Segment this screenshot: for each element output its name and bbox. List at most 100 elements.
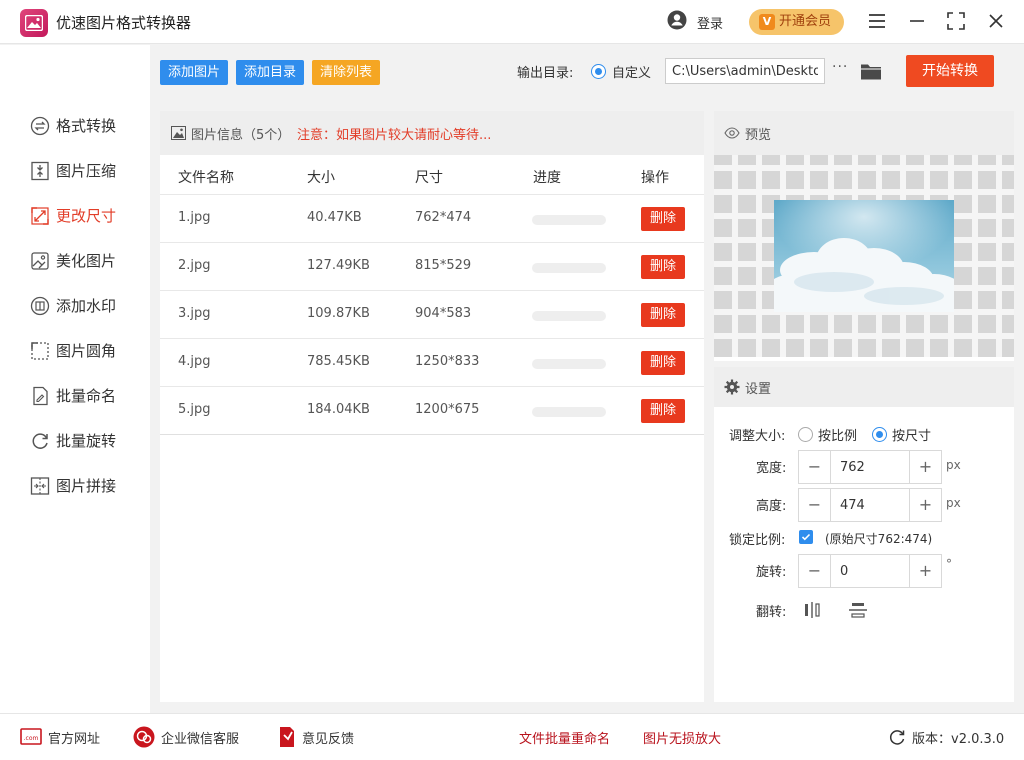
rotate-stepper[interactable]: − + (798, 554, 942, 588)
table-row[interactable]: 3.jpg 109.87KB 904*583 删除 (160, 290, 704, 338)
file-dims: 904*583 (415, 306, 472, 321)
file-name: 1.jpg (178, 210, 211, 225)
lossless-enlarge-link[interactable]: 图片无损放大 (643, 728, 721, 747)
column-header-name: 文件名称 (178, 170, 234, 186)
rotate-input[interactable] (832, 555, 908, 587)
sidebar: 格式转换 图片压缩 更改尺寸 美化图片 添加水印 图片圆角 批量命名 批量旋转 … (0, 45, 150, 713)
close-icon[interactable] (985, 10, 1007, 32)
delete-button[interactable]: 删除 (641, 399, 685, 423)
width-unit: px (946, 458, 961, 472)
version-label: 版本： (912, 732, 952, 747)
table-row[interactable]: 4.jpg 785.45KB 1250*833 删除 (160, 338, 704, 386)
lock-ratio-checkbox[interactable] (799, 530, 813, 544)
by-size-radio[interactable] (872, 427, 887, 442)
table-row[interactable]: 2.jpg 127.49KB 815*529 删除 (160, 242, 704, 290)
start-convert-button[interactable]: 开始转换 (906, 55, 994, 87)
table-row[interactable]: 5.jpg 184.04KB 1200*675 删除 (160, 386, 704, 434)
browse-more-button[interactable]: ··· (832, 59, 848, 75)
official-website-link[interactable]: 官方网址 (48, 728, 100, 747)
delete-button[interactable]: 删除 (641, 351, 685, 375)
website-icon-text: .com (24, 735, 39, 742)
feedback-link[interactable]: 意见反馈 (302, 728, 354, 747)
file-dims: 762*474 (415, 210, 472, 225)
rounded-corner-icon (31, 342, 49, 360)
lock-ratio-label: 锁定比例: (729, 533, 786, 548)
wechat-service-link[interactable]: 企业微信客服 (161, 728, 239, 747)
compress-icon (31, 161, 49, 181)
beautify-icon (31, 252, 49, 270)
preview-image (774, 200, 954, 312)
vip-label: 开通会员 (779, 14, 832, 29)
sidebar-item-rotate[interactable]: 批量旋转 (30, 429, 142, 453)
sidebar-item-resize[interactable]: 更改尺寸 (30, 204, 142, 228)
maximize-icon[interactable] (945, 10, 967, 32)
file-name: 2.jpg (178, 258, 211, 273)
height-decrement-button[interactable]: − (799, 489, 831, 521)
sidebar-item-label: 格式转换 (56, 117, 117, 135)
output-path-input[interactable] (665, 58, 825, 84)
height-increment-button[interactable]: + (909, 489, 941, 521)
height-stepper[interactable]: − + (798, 488, 942, 522)
image-info-icon (171, 126, 186, 140)
version-number: v2.0.3.0 (951, 732, 1005, 747)
column-header-action: 操作 (641, 170, 669, 186)
settings-panel: 设置 调整大小: 按比例 按尺寸 宽度: − + px 高度: − + px 锁… (714, 367, 1014, 702)
feedback-icon (280, 727, 294, 747)
width-decrement-button[interactable]: − (799, 451, 831, 483)
stitch-icon (30, 477, 50, 495)
settings-title: 设置 (745, 382, 772, 397)
rotate-unit: ° (946, 557, 952, 571)
resize-icon (31, 207, 49, 225)
clear-list-button[interactable]: 清除列表 (312, 60, 381, 85)
rename-icon (33, 386, 48, 406)
progress-bar (532, 263, 606, 273)
width-stepper[interactable]: − + (798, 450, 942, 484)
progress-bar (532, 311, 606, 321)
file-size: 109.87KB (307, 306, 370, 321)
batch-rename-link[interactable]: 文件批量重命名 (519, 728, 610, 747)
preview-panel: 预览 (714, 111, 1014, 361)
vip-icon: V (759, 14, 775, 30)
delete-button[interactable]: 删除 (641, 303, 685, 327)
open-folder-icon[interactable] (860, 61, 882, 81)
height-input[interactable] (832, 489, 908, 521)
user-icon[interactable] (667, 10, 687, 30)
sidebar-item-rename[interactable]: 批量命名 (30, 384, 142, 408)
width-increment-button[interactable]: + (909, 451, 941, 483)
custom-output-radio[interactable] (591, 64, 606, 79)
rotate-decrement-button[interactable]: − (799, 555, 831, 587)
file-size: 127.49KB (307, 258, 370, 273)
sidebar-item-compress[interactable]: 图片压缩 (30, 159, 142, 183)
add-folder-button[interactable]: 添加目录 (236, 60, 305, 85)
watermark-icon (30, 296, 50, 316)
sidebar-item-label: 批量命名 (56, 387, 117, 405)
height-label: 高度: (756, 499, 787, 514)
sidebar-item-label: 更改尺寸 (56, 207, 117, 225)
login-link[interactable]: 登录 (697, 13, 723, 32)
app-logo-icon (20, 9, 48, 37)
refresh-icon[interactable] (888, 728, 906, 746)
sidebar-item-format-convert[interactable]: 格式转换 (30, 114, 142, 138)
sidebar-item-stitch[interactable]: 图片拼接 (30, 474, 142, 498)
output-dir-label: 输出目录: (517, 66, 574, 81)
rotate-increment-button[interactable]: + (909, 555, 941, 587)
sidebar-item-rounded-corner[interactable]: 图片圆角 (30, 339, 142, 363)
progress-bar (532, 215, 606, 225)
delete-button[interactable]: 删除 (641, 207, 685, 231)
column-header-size: 大小 (307, 170, 335, 186)
vip-button[interactable]: V 开通会员 (749, 9, 844, 35)
table-row[interactable]: 1.jpg 40.47KB 762*474 删除 (160, 194, 704, 242)
column-header-dims: 尺寸 (415, 170, 443, 186)
width-input[interactable] (832, 451, 908, 483)
delete-button[interactable]: 删除 (641, 255, 685, 279)
menu-icon[interactable] (866, 10, 888, 32)
height-unit: px (946, 496, 961, 510)
flip-horizontal-icon[interactable] (802, 600, 822, 620)
minimize-icon[interactable] (906, 10, 928, 32)
sidebar-item-watermark[interactable]: 添加水印 (30, 294, 142, 318)
wechat-service-icon (133, 726, 155, 748)
by-ratio-radio[interactable] (798, 427, 813, 442)
sidebar-item-beautify[interactable]: 美化图片 (30, 249, 142, 273)
flip-vertical-icon[interactable] (848, 600, 868, 620)
add-image-button[interactable]: 添加图片 (160, 60, 229, 85)
